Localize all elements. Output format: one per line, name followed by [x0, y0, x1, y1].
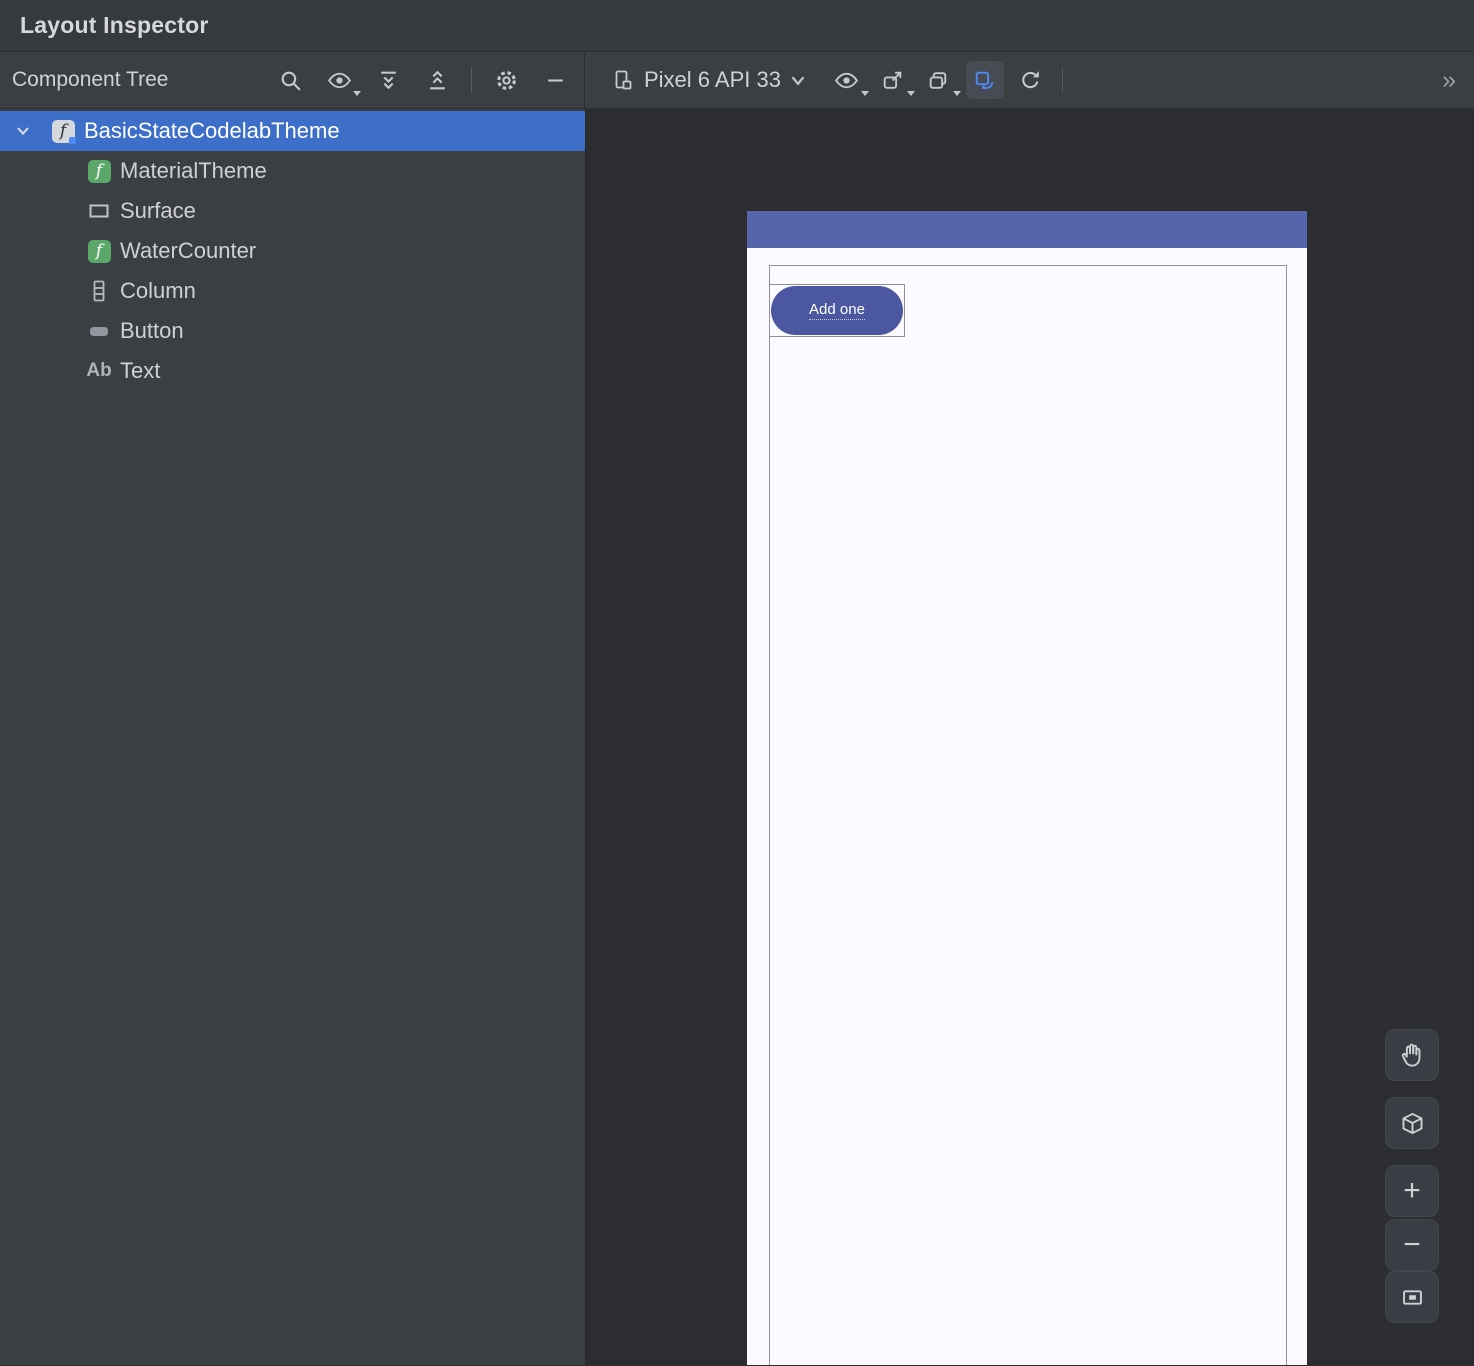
button-icon — [87, 319, 111, 343]
refresh-icon — [1022, 70, 1040, 88]
surface-icon — [87, 199, 111, 223]
window-title-bar: Layout Inspector — [0, 0, 1474, 52]
main-content: f BasicStateCodelabTheme f MaterialTheme… — [0, 109, 1474, 1365]
device-screen: Add one — [747, 211, 1307, 1365]
composable-icon: f — [51, 119, 76, 144]
add-one-button[interactable]: Add one — [771, 286, 903, 335]
search-icon — [281, 71, 301, 91]
hand-icon — [1401, 1043, 1420, 1067]
minus-icon: − — [1403, 1228, 1421, 1261]
expand-all-button[interactable] — [369, 61, 407, 99]
zoom-to-fit-button[interactable] — [1385, 1271, 1439, 1323]
dropdown-caret-icon — [860, 91, 869, 96]
expand-all-icon — [380, 71, 396, 89]
toolbar-separator — [471, 67, 472, 93]
collapse-all-button[interactable] — [418, 61, 456, 99]
window-title: Layout Inspector — [20, 12, 209, 38]
tree-item-materialtheme[interactable]: f MaterialTheme — [0, 151, 585, 191]
button-bounds-overlay: Add one — [769, 284, 905, 337]
component-tree-header: Component Tree — [12, 68, 169, 91]
search-button[interactable] — [271, 61, 309, 99]
fit-screen-icon — [1402, 1289, 1422, 1305]
tree-item-watercounter[interactable]: f WaterCounter — [0, 231, 585, 271]
screenshot-icon — [884, 71, 902, 89]
layout-inspector-window: Layout Inspector Component Tree Pixel 6 … — [0, 0, 1474, 1366]
tree-item-label: Text — [120, 358, 161, 383]
tree-item-text[interactable]: Ab Text — [0, 351, 585, 391]
rotate-3d-button[interactable] — [1385, 1097, 1439, 1149]
layer-visibility-button[interactable] — [828, 61, 869, 99]
export-snapshot-button[interactable] — [920, 61, 961, 99]
pan-mode-button[interactable] — [1385, 1029, 1439, 1081]
dropdown-caret-icon — [906, 91, 915, 96]
view-options-button[interactable] — [320, 61, 361, 99]
component-tree-toolbar: Component Tree — [0, 52, 585, 108]
snapshot-layers-icon — [930, 71, 947, 89]
device-toolbar: Pixel 6 API 33 » — [585, 52, 1474, 108]
tree-item-label: MaterialTheme — [120, 158, 267, 183]
expanded-chevron-icon[interactable] — [15, 124, 31, 138]
app-top-bar — [747, 211, 1307, 248]
tree-item-label: Surface — [120, 198, 196, 223]
plus-icon: + — [1403, 1174, 1421, 1207]
tree-item-label: BasicStateCodelabTheme — [84, 118, 340, 143]
device-canvas: Add one + − — [586, 109, 1474, 1365]
composable-icon: f — [87, 159, 111, 183]
minus-icon — [547, 78, 563, 82]
hide-panel-button[interactable] — [536, 61, 574, 99]
tree-item-column[interactable]: Column — [0, 271, 585, 311]
toolbar: Component Tree Pixel 6 API 33 » — [0, 52, 1474, 109]
dropdown-caret-icon — [353, 91, 361, 96]
tree-item-button[interactable]: Button — [0, 311, 585, 351]
device-selector-label: Pixel 6 API 33 — [644, 67, 781, 92]
live-updates-toggle[interactable] — [965, 61, 1004, 99]
chevron-down-icon — [791, 75, 805, 86]
refresh-button[interactable] — [1012, 61, 1050, 99]
settings-button[interactable] — [487, 61, 525, 99]
column-icon — [87, 279, 111, 303]
gear-icon — [496, 70, 516, 90]
zoom-out-button[interactable]: − — [1385, 1219, 1439, 1271]
tree-item-label: Button — [120, 318, 184, 343]
tree-item-label: Column — [120, 278, 196, 303]
live-updates-icon — [976, 71, 994, 89]
overflow-menu-button[interactable]: » — [1442, 66, 1474, 95]
component-tree-panel: f BasicStateCodelabTheme f MaterialTheme… — [0, 109, 586, 1365]
device-icon — [615, 70, 632, 90]
zoom-in-button[interactable]: + — [1385, 1165, 1439, 1217]
toolbar-separator — [1061, 67, 1063, 93]
screenshot-button[interactable] — [874, 61, 915, 99]
collapse-all-icon — [429, 70, 445, 89]
text-icon: Ab — [86, 360, 112, 381]
eye-icon — [327, 72, 351, 88]
cube-3d-icon — [1402, 1112, 1422, 1134]
composable-icon: f — [87, 239, 111, 263]
tree-item-basicstatecodelabtheme[interactable]: f BasicStateCodelabTheme — [0, 111, 585, 151]
tree-item-label: WaterCounter — [120, 238, 257, 263]
add-one-button-label: Add one — [809, 301, 865, 320]
device-selector[interactable]: Pixel 6 API 33 — [611, 67, 806, 93]
eye-icon — [835, 72, 859, 88]
tree-item-surface[interactable]: Surface — [0, 191, 585, 231]
column-bounds-overlay: Add one — [769, 265, 1287, 1365]
dropdown-caret-icon — [952, 91, 961, 96]
